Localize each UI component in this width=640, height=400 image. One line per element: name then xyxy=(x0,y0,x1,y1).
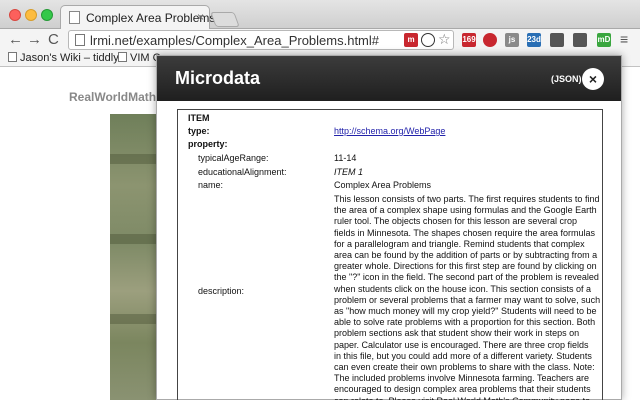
property-key: typicalAgeRange: xyxy=(198,153,269,163)
property-value: ITEM 1 xyxy=(334,167,364,177)
bookmark-jasons-wiki[interactable]: Jason's Wiki – tiddly xyxy=(8,52,119,64)
microdata-panel: Microdata (JSON) × ITEM type: http://sch… xyxy=(156,55,622,400)
property-value: Complex Area Problems xyxy=(334,180,432,190)
property-key: educationalAlignment: xyxy=(198,167,287,177)
description-line: ruler tool. The objects chosen for this … xyxy=(334,216,577,227)
car-extension-icon[interactable] xyxy=(483,33,497,47)
property-key: name: xyxy=(198,180,224,190)
page-icon xyxy=(75,34,85,46)
description-line: can relate to. Please visit Real World M… xyxy=(334,396,590,400)
bookmark-vim[interactable]: VIM C xyxy=(118,52,161,64)
page-icon xyxy=(118,52,127,62)
window-close-button[interactable] xyxy=(9,9,21,21)
extension-169-icon[interactable]: 169 xyxy=(462,33,476,47)
item-label: ITEM xyxy=(188,113,210,123)
puzzle-extension-icon[interactable] xyxy=(550,33,564,47)
microdata-table: ITEM type: http://schema.org/WebPage pro… xyxy=(177,109,603,400)
property-value: 11-14 xyxy=(334,153,357,163)
back-arrow-icon[interactable]: ← xyxy=(8,31,23,48)
new-tab-button[interactable] xyxy=(210,12,240,27)
json-link[interactable]: (JSON) xyxy=(551,74,582,84)
description-line: the area of a complex shape using formul… xyxy=(334,205,597,216)
microdata-extension-icon[interactable]: mD xyxy=(597,33,611,47)
property-key: description: xyxy=(198,286,245,296)
property-label: property: xyxy=(188,139,228,149)
description-line: when students click on the house icon. T… xyxy=(334,283,591,294)
description-line: in this file, but you could add more of … xyxy=(334,350,592,361)
reload-icon[interactable]: C xyxy=(48,31,59,48)
description-line: This lesson consists of two parts. The f… xyxy=(334,194,600,204)
page-icon xyxy=(8,52,17,62)
microdata-header: Microdata (JSON) × xyxy=(157,56,621,101)
window-maximize-button[interactable] xyxy=(41,9,53,21)
description-line: problem sections ask that student show t… xyxy=(334,328,580,339)
extension-js-icon[interactable]: js xyxy=(505,33,519,47)
type-label: type: xyxy=(188,126,210,136)
close-icon[interactable]: × xyxy=(582,68,604,90)
description-line: greater whole. Directions for this first… xyxy=(334,261,597,272)
description-line: for a parallelogram and triangle. Remind… xyxy=(334,238,585,249)
url-text[interactable]: lrmi.net/examples/Complex_Area_Problems.… xyxy=(90,33,379,48)
circle-extension-icon[interactable] xyxy=(421,33,435,47)
description-line: The included problems involve Minnesota … xyxy=(334,373,589,384)
site-title: RealWorldMath.c xyxy=(69,90,167,104)
tab-title: Complex Area Problems xyxy=(86,11,216,25)
description-line: can even create their own problems to sh… xyxy=(334,362,595,372)
bookmark-star-icon[interactable]: ☆ xyxy=(438,31,451,48)
description-line: able to solve rate problems with a propo… xyxy=(334,317,596,328)
description-line: problem or several problems that a farme… xyxy=(334,294,601,305)
field-strip xyxy=(110,234,160,244)
wrench-icon[interactable] xyxy=(573,33,587,47)
page-icon xyxy=(69,11,80,24)
field-strip xyxy=(110,154,160,164)
mendeley-icon[interactable]: m xyxy=(404,33,418,47)
forward-arrow-icon[interactable]: → xyxy=(27,31,42,48)
address-bar[interactable]: lrmi.net/examples/Complex_Area_Problems.… xyxy=(68,30,454,50)
description-line: the "?" icon in the field. The second pa… xyxy=(334,272,599,283)
microdata-title: Microdata xyxy=(175,68,261,88)
title-bar: Complex Area Problems × xyxy=(0,0,640,30)
aerial-map-image[interactable] xyxy=(110,114,160,400)
type-value-link[interactable]: http://schema.org/WebPage xyxy=(334,126,445,136)
description-line: as "how much money will my crop yield?" … xyxy=(334,306,597,316)
menu-icon[interactable]: ≡ xyxy=(620,31,628,47)
field-strip xyxy=(110,314,160,324)
calendar-23d-icon[interactable]: 23d xyxy=(527,33,541,47)
description-line: paper. Calculator use is encouraged. The… xyxy=(334,339,589,350)
toolbar: ← → C lrmi.net/examples/Complex_Area_Pro… xyxy=(0,29,640,51)
description-line: area can be found by the addition of par… xyxy=(334,250,598,260)
window-minimize-button[interactable] xyxy=(25,9,37,21)
tab-close-icon[interactable]: × xyxy=(197,10,204,24)
description-line: fields in Minnesota. The shapes chosen r… xyxy=(334,227,595,238)
description-line: encouraged to design complex area proble… xyxy=(334,384,591,395)
tab-complex-area-problems[interactable]: Complex Area Problems × xyxy=(60,5,215,30)
